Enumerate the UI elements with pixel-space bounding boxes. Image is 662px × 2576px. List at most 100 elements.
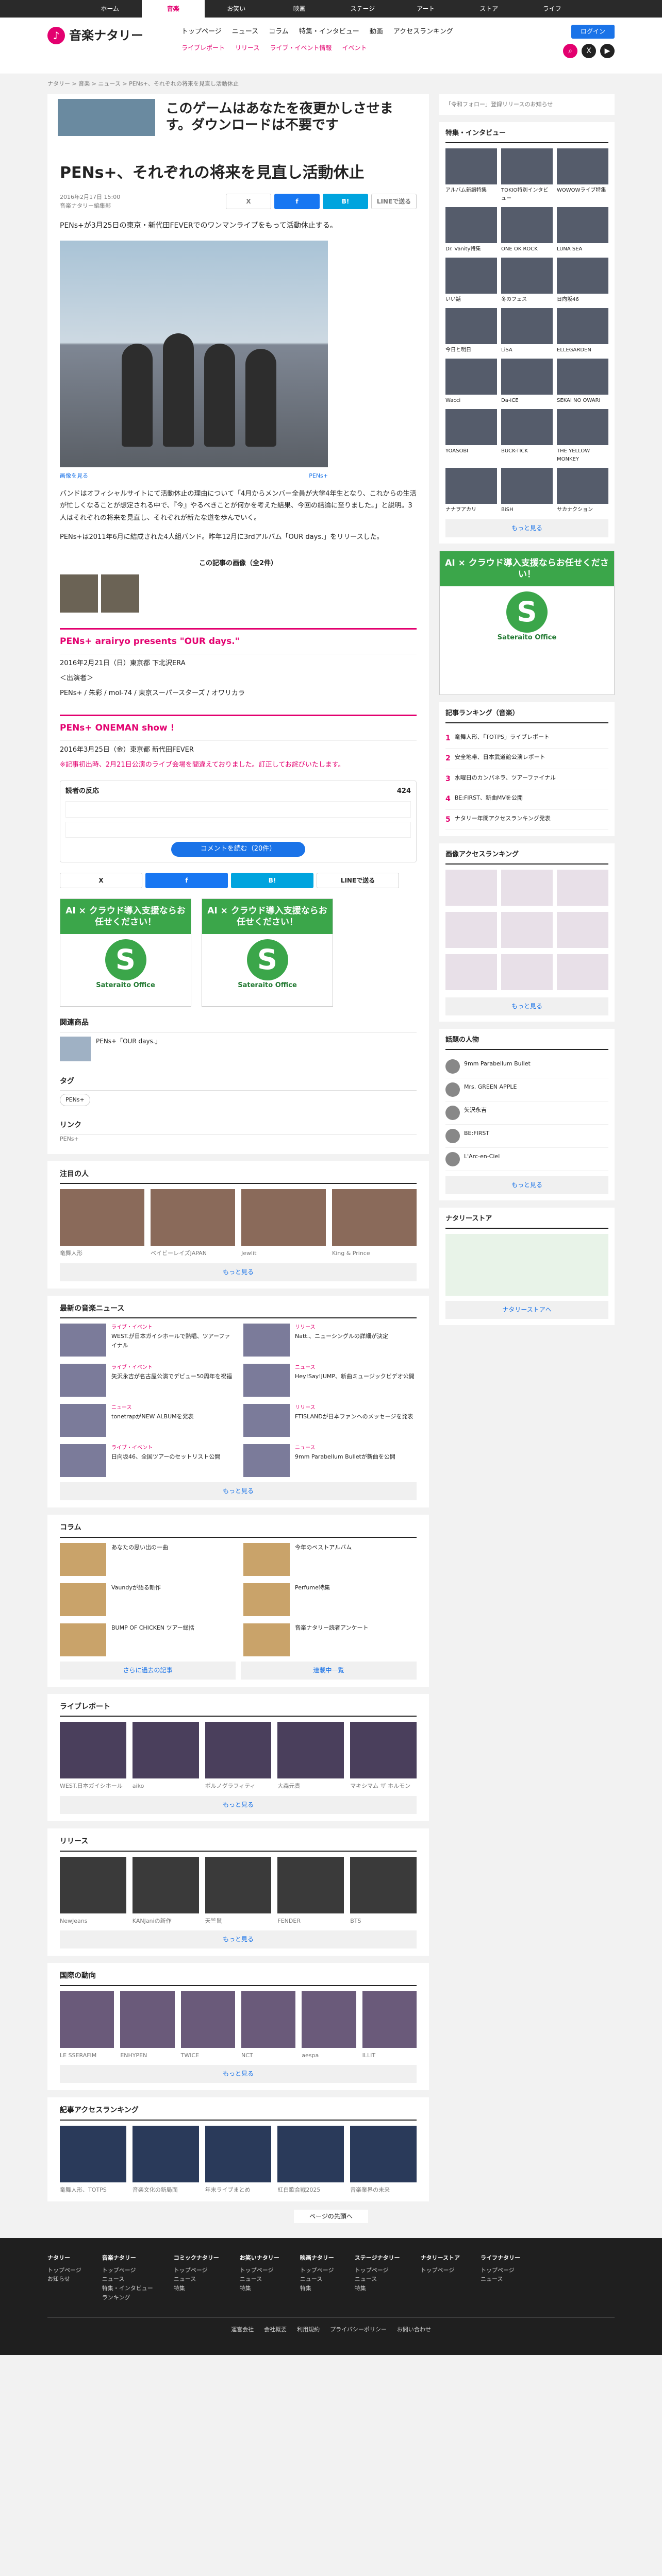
feature-item[interactable]: 冬のフェス <box>501 257 553 304</box>
footer-bottom-link[interactable]: 会社概要 <box>264 2325 287 2334</box>
more-button[interactable]: もっと見る <box>445 519 608 538</box>
image-thumbnail[interactable] <box>60 574 98 613</box>
footer-link[interactable]: ニュース <box>481 2275 520 2284</box>
advertisement[interactable]: AI × クラウド導入支援ならお任せください！ S Sateraito Offi… <box>202 899 333 1007</box>
top-advertisement[interactable]: このゲームはあなたを夜更かしさせます。ダウンロードは不要です <box>47 93 429 141</box>
header-submenu-item[interactable]: ライブレポート <box>181 43 225 53</box>
tag-chip[interactable]: PENs+ <box>60 1094 90 1106</box>
card-item[interactable]: NewJeans <box>60 1856 126 1926</box>
page-top-button[interactable]: ページの先頭へ <box>294 2210 368 2224</box>
feature-item[interactable]: いい話 <box>445 257 497 304</box>
footer-bottom-link[interactable]: 利用規約 <box>297 2325 320 2334</box>
more-button[interactable]: もっと見る <box>60 1263 417 1281</box>
share-hatena-button[interactable]: B! <box>231 873 313 889</box>
header-menu-item[interactable]: コラム <box>269 27 289 38</box>
feature-item[interactable]: YOASOBI <box>445 409 497 464</box>
share-hatena-button[interactable]: B! <box>323 194 368 210</box>
rank-item[interactable]: 2 安全地帯、日本武道館公演レポート <box>445 749 608 769</box>
image-rank-item[interactable] <box>557 911 608 950</box>
feature-item[interactable]: 今日と明日 <box>445 308 497 354</box>
rank-item[interactable]: 4 BE:FIRST、新曲MVを公開 <box>445 789 608 810</box>
feature-item[interactable]: アルバム新譜特集 <box>445 148 497 203</box>
footer-link[interactable]: トップページ <box>481 2266 520 2275</box>
external-link[interactable]: PENs+ <box>60 1134 417 1144</box>
card-item[interactable]: ENHYPEN <box>120 1991 175 2060</box>
article-photo[interactable] <box>60 241 328 468</box>
footer-link[interactable]: ニュース <box>174 2275 219 2284</box>
x-social-icon[interactable]: X <box>582 44 596 59</box>
image-rank-item[interactable] <box>501 869 553 908</box>
footer-link[interactable]: トップページ <box>102 2266 153 2275</box>
news-item[interactable]: ニュース tonetrapがNEW ALBUMを発表 <box>60 1404 233 1437</box>
column-item[interactable]: Vaundyが語る新作 <box>60 1583 233 1616</box>
column-item[interactable]: BUMP OF CHICKEN ツアー総括 <box>60 1623 233 1656</box>
news-item[interactable]: ライブ・イベント WEST.が日本ガイシホールで熱唱、ツアーファイナル <box>60 1324 233 1357</box>
site-logo[interactable]: ♪ 音楽ナタリー <box>47 26 143 45</box>
top-tab[interactable]: ステージ <box>331 0 394 18</box>
photo-link[interactable]: 画像を見る <box>60 471 88 481</box>
more-button[interactable]: もっと見る <box>445 1176 608 1194</box>
top-tab[interactable]: ライフ <box>521 0 584 18</box>
search-icon[interactable]: ⌕ <box>563 44 577 59</box>
card-item[interactable]: 大森元貴 <box>277 1722 344 1791</box>
footer-link[interactable]: 特集 <box>240 2284 279 2293</box>
more-button[interactable]: ナタリーストアへ <box>445 1300 608 1319</box>
card-item[interactable]: aespa <box>302 1991 356 2060</box>
column-item[interactable]: Perfume特集 <box>243 1583 417 1616</box>
more-button[interactable]: さらに過去の記事 <box>60 1661 236 1680</box>
image-rank-item[interactable] <box>501 954 553 992</box>
card-item[interactable]: TWICE <box>180 1991 235 2060</box>
feature-item[interactable]: LUNA SEA <box>557 207 608 253</box>
image-thumbnail[interactable] <box>101 574 139 613</box>
top-tab[interactable]: 映画 <box>268 0 332 18</box>
news-item[interactable]: リリース Natt.、ニューシングルの詳細が決定 <box>243 1324 417 1357</box>
artist-item[interactable]: 9mm Parabellum Bullet <box>445 1055 608 1078</box>
feature-item[interactable]: WOWOWライブ特集 <box>557 148 608 203</box>
footer-link[interactable]: お知らせ <box>47 2275 81 2284</box>
share-facebook-button[interactable]: f <box>145 873 228 889</box>
youtube-icon[interactable]: ▶ <box>600 44 615 59</box>
login-button[interactable]: ログイン <box>571 25 615 39</box>
more-button[interactable]: もっと見る <box>60 1795 417 1815</box>
feature-item[interactable]: ONE OK ROCK <box>501 207 553 253</box>
card-item[interactable]: 紅白歌合戦2025 <box>277 2125 344 2195</box>
card-item[interactable]: 音楽業界の未来 <box>350 2125 417 2195</box>
footer-bottom-link[interactable]: プライバシーポリシー <box>330 2325 387 2334</box>
footer-bottom-link[interactable]: お問い合わせ <box>397 2325 431 2334</box>
card-item[interactable]: 音楽文化の新局面 <box>132 2125 199 2195</box>
image-rank-item[interactable] <box>445 869 497 908</box>
header-submenu-item[interactable]: ライブ・イベント情報 <box>270 43 332 53</box>
feature-item[interactable]: SEKAI NO OWARI <box>557 358 608 405</box>
card-item[interactable]: ポルノグラフィティ <box>205 1722 272 1791</box>
footer-link[interactable]: 特集 <box>355 2284 400 2293</box>
card-item[interactable]: 竜舞人形 <box>60 1189 144 1258</box>
footer-link[interactable]: トップページ <box>421 2266 460 2275</box>
top-tab[interactable]: お笑い <box>205 0 268 18</box>
header-menu-item[interactable]: 動画 <box>370 27 383 38</box>
card-item[interactable]: King & Prince <box>332 1189 417 1258</box>
header-submenu-item[interactable]: リリース <box>235 43 259 53</box>
share-line-button[interactable]: LINEで送る <box>317 873 399 889</box>
feature-item[interactable]: Da-iCE <box>501 358 553 405</box>
footer-link[interactable]: トップページ <box>47 2266 81 2275</box>
feature-item[interactable]: BUCK-TICK <box>501 409 553 464</box>
footer-link[interactable]: トップページ <box>355 2266 400 2275</box>
rank-item[interactable]: 5 ナタリー年間アクセスランキング発表 <box>445 810 608 830</box>
footer-link[interactable]: 特集 <box>300 2284 334 2293</box>
feature-item[interactable]: THE YELLOW MONKEY <box>557 409 608 464</box>
column-item[interactable]: 音楽ナタリー読者アンケート <box>243 1623 417 1656</box>
card-item[interactable]: LE SSERAFIM <box>60 1991 114 2060</box>
footer-link[interactable]: ニュース <box>102 2275 153 2284</box>
more-button[interactable]: もっと見る <box>60 2065 417 2083</box>
share-x-button[interactable]: X <box>226 194 271 210</box>
news-item[interactable]: リリース FTISLANDが日本ファンへのメッセージを発表 <box>243 1404 417 1437</box>
footer-link[interactable]: ランキング <box>102 2293 153 2302</box>
footer-link[interactable]: トップページ <box>174 2266 219 2275</box>
feature-item[interactable]: ナナヲアカリ <box>445 467 497 514</box>
top-tab[interactable]: ホーム <box>78 0 142 18</box>
sidebar-advertisement[interactable]: AI × クラウド導入支援ならお任せください！ S Sateraito Offi… <box>439 551 615 696</box>
feature-item[interactable]: ELLEGARDEN <box>557 308 608 354</box>
read-comments-button[interactable]: コメントを読む（20件） <box>171 842 305 857</box>
card-item[interactable]: NCT <box>241 1991 296 2060</box>
top-tab[interactable]: アート <box>394 0 458 18</box>
